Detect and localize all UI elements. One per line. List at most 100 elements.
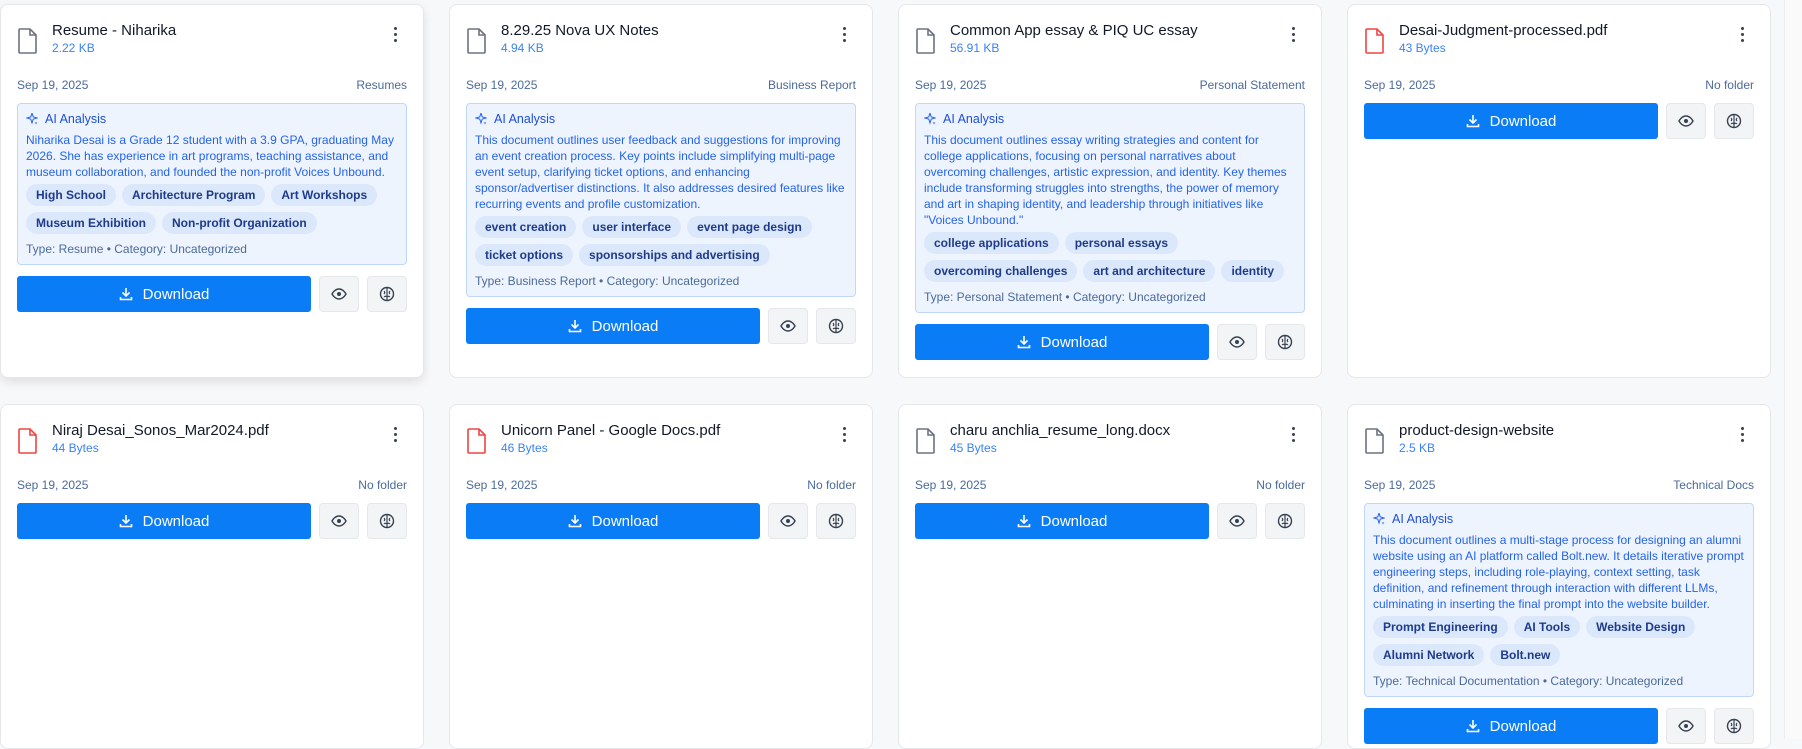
file-card[interactable]: 8.29.25 Nova UX Notes 4.94 KB Sep 19, 20… bbox=[449, 4, 873, 378]
file-name[interactable]: charu anchlia_resume_long.docx bbox=[950, 421, 1281, 441]
download-icon bbox=[1466, 720, 1479, 733]
eye-icon bbox=[1678, 115, 1694, 127]
tag: sponsorships and advertising bbox=[579, 244, 770, 266]
preview-button[interactable] bbox=[1217, 324, 1257, 360]
ai-brain-button[interactable] bbox=[816, 503, 856, 539]
page-scrollbar[interactable] bbox=[1784, 0, 1802, 739]
ai-analysis-heading: AI Analysis bbox=[45, 112, 107, 126]
more-options-icon[interactable] bbox=[1730, 421, 1754, 447]
tag: college applications bbox=[924, 232, 1059, 254]
file-date: Sep 19, 2025 bbox=[466, 78, 538, 92]
preview-button[interactable] bbox=[319, 276, 359, 312]
tag: Non-profit Organization bbox=[162, 212, 317, 234]
file-size: 46 Bytes bbox=[501, 441, 548, 455]
preview-button[interactable] bbox=[768, 308, 808, 344]
file-date: Sep 19, 2025 bbox=[1364, 78, 1436, 92]
more-options-icon[interactable] bbox=[383, 421, 407, 447]
preview-button[interactable] bbox=[1666, 103, 1706, 139]
file-name[interactable]: Niraj Desai_Sonos_Mar2024.pdf bbox=[52, 421, 383, 441]
file-card[interactable]: Resume - Niharika 2.22 KB Sep 19, 2025 R… bbox=[0, 4, 424, 378]
ai-brain-button[interactable] bbox=[367, 503, 407, 539]
download-label: Download bbox=[591, 512, 659, 530]
ai-brain-button[interactable] bbox=[1265, 324, 1305, 360]
download-icon bbox=[119, 515, 132, 528]
ai-summary: This document outlines essay writing str… bbox=[924, 133, 1287, 227]
sparkle-icon bbox=[1373, 513, 1385, 525]
file-card[interactable]: charu anchlia_resume_long.docx 45 Bytes … bbox=[898, 404, 1322, 749]
file-size: 2.22 KB bbox=[52, 41, 95, 55]
file-grid: Resume - Niharika 2.22 KB Sep 19, 2025 R… bbox=[0, 0, 1802, 749]
file-size: 56.91 KB bbox=[950, 41, 1000, 55]
ai-brain-button[interactable] bbox=[1265, 503, 1305, 539]
brain-icon bbox=[828, 513, 844, 529]
ai-analysis-heading: AI Analysis bbox=[494, 112, 556, 126]
tag: ticket options bbox=[475, 244, 574, 266]
more-options-icon[interactable] bbox=[1281, 21, 1305, 47]
eye-icon bbox=[1678, 720, 1694, 732]
sparkle-icon bbox=[475, 113, 487, 125]
file-folder: No folder bbox=[358, 478, 407, 492]
ai-summary: Niharika Desai is a Grade 12 student wit… bbox=[26, 133, 394, 179]
type-category-line: Type: Resume • Category: Uncategorized bbox=[26, 242, 247, 256]
file-card[interactable]: Desai-Judgment-processed.pdf 43 Bytes Se… bbox=[1347, 4, 1771, 378]
download-button[interactable]: Download bbox=[1364, 103, 1658, 139]
download-icon bbox=[1017, 515, 1030, 528]
file-name[interactable]: Resume - Niharika bbox=[52, 21, 383, 41]
brain-icon bbox=[1277, 513, 1293, 529]
file-date: Sep 19, 2025 bbox=[466, 478, 538, 492]
more-options-icon[interactable] bbox=[832, 421, 856, 447]
tag: Art Workshops bbox=[271, 184, 378, 206]
file-icon bbox=[467, 28, 486, 54]
tag: Prompt Engineering bbox=[1373, 616, 1508, 638]
download-label: Download bbox=[1489, 717, 1557, 735]
ai-brain-button[interactable] bbox=[1714, 103, 1754, 139]
type-category-line: Type: Business Report • Category: Uncate… bbox=[475, 274, 740, 288]
download-button[interactable]: Download bbox=[466, 308, 760, 344]
eye-icon bbox=[780, 515, 796, 527]
file-card[interactable]: Niraj Desai_Sonos_Mar2024.pdf 44 Bytes S… bbox=[0, 404, 424, 749]
ai-brain-button[interactable] bbox=[367, 276, 407, 312]
download-label: Download bbox=[1040, 333, 1108, 351]
ai-analysis-heading: AI Analysis bbox=[1392, 512, 1454, 526]
pdf-file-icon bbox=[18, 428, 37, 454]
download-button[interactable]: Download bbox=[17, 503, 311, 539]
preview-button[interactable] bbox=[319, 503, 359, 539]
file-name[interactable]: 8.29.25 Nova UX Notes bbox=[501, 21, 832, 41]
ai-summary: This document outlines a multi-stage pro… bbox=[1373, 533, 1744, 611]
ai-analysis-panel: AI Analysis This document outlines a mul… bbox=[1364, 503, 1754, 697]
more-options-icon[interactable] bbox=[1730, 21, 1754, 47]
file-card[interactable]: Unicorn Panel - Google Docs.pdf 46 Bytes… bbox=[449, 404, 873, 749]
file-folder: No folder bbox=[807, 478, 856, 492]
preview-button[interactable] bbox=[1217, 503, 1257, 539]
file-size: 44 Bytes bbox=[52, 441, 99, 455]
download-label: Download bbox=[1489, 112, 1557, 130]
eye-icon bbox=[1229, 515, 1245, 527]
download-button[interactable]: Download bbox=[915, 324, 1209, 360]
download-button[interactable]: Download bbox=[915, 503, 1209, 539]
download-button[interactable]: Download bbox=[17, 276, 311, 312]
file-card[interactable]: product-design-website 2.5 KB Sep 19, 20… bbox=[1347, 404, 1771, 749]
more-options-icon[interactable] bbox=[383, 21, 407, 47]
download-label: Download bbox=[591, 317, 659, 335]
file-date: Sep 19, 2025 bbox=[1364, 478, 1436, 492]
file-name[interactable]: product-design-website bbox=[1399, 421, 1730, 441]
brain-icon bbox=[1277, 334, 1293, 350]
more-options-icon[interactable] bbox=[832, 21, 856, 47]
file-size: 4.94 KB bbox=[501, 41, 544, 55]
ai-brain-button[interactable] bbox=[816, 308, 856, 344]
file-card[interactable]: Common App essay & PIQ UC essay 56.91 KB… bbox=[898, 4, 1322, 378]
file-size: 45 Bytes bbox=[950, 441, 997, 455]
tag: Museum Exhibition bbox=[26, 212, 157, 234]
brain-icon bbox=[1726, 718, 1742, 734]
tag: event page design bbox=[687, 216, 812, 238]
tag: Alumni Network bbox=[1373, 644, 1485, 666]
tag: personal essays bbox=[1064, 232, 1179, 254]
download-button[interactable]: Download bbox=[466, 503, 760, 539]
preview-button[interactable] bbox=[768, 503, 808, 539]
file-name[interactable]: Desai-Judgment-processed.pdf bbox=[1399, 21, 1730, 41]
sparkle-icon bbox=[26, 113, 38, 125]
file-name[interactable]: Common App essay & PIQ UC essay bbox=[950, 21, 1281, 41]
tag: event creation bbox=[475, 216, 577, 238]
more-options-icon[interactable] bbox=[1281, 421, 1305, 447]
file-name[interactable]: Unicorn Panel - Google Docs.pdf bbox=[501, 421, 832, 441]
